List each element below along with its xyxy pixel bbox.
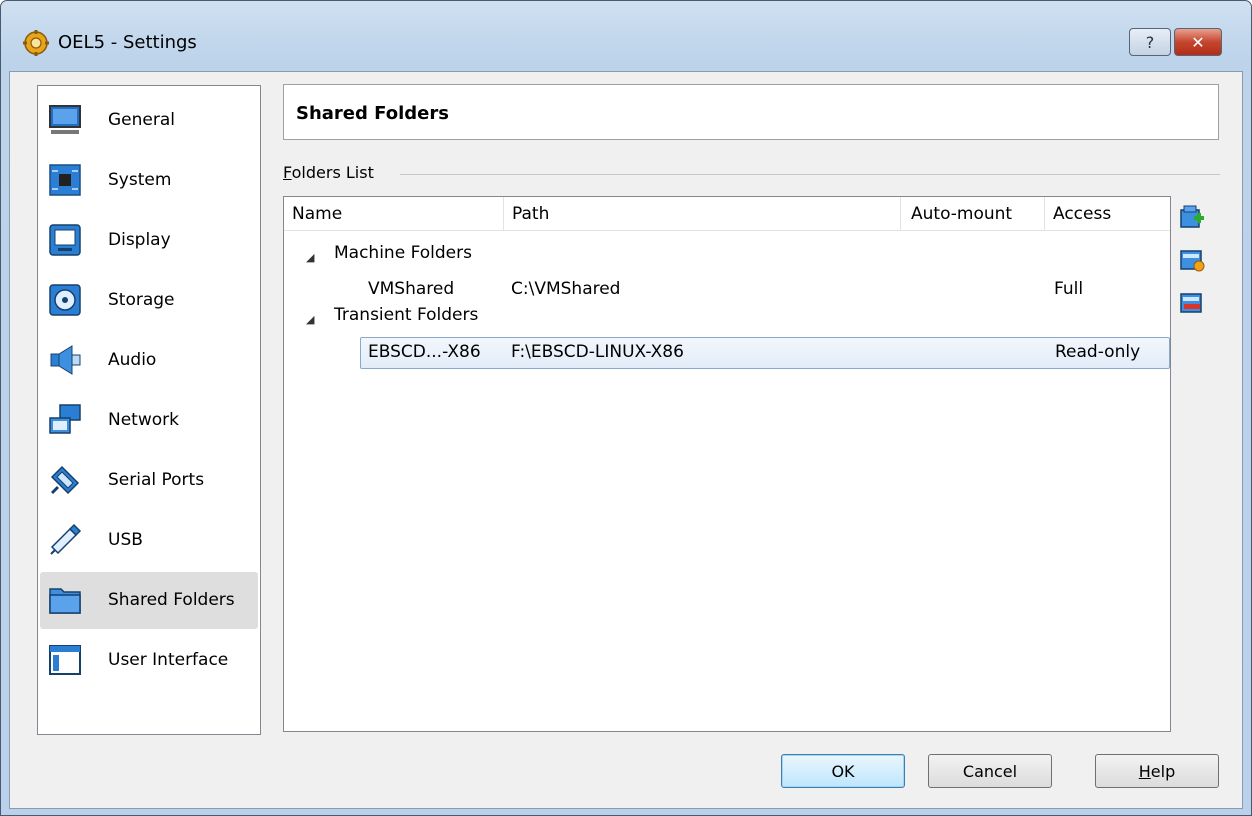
cell-access: Read-only [1055,342,1141,362]
title-help-button[interactable]: ? [1129,28,1171,56]
dialog-body: General System Display Storage Audio Net… [9,71,1243,809]
sidebar-item-label: Shared Folders [108,590,235,610]
help-button[interactable]: Help [1095,754,1219,788]
sidebar-item-label: General [108,110,175,130]
edit-folder-icon[interactable] [1178,245,1206,273]
folder-icon [49,588,81,614]
title-bar[interactable]: OEL5 - Settings ? ✕ [1,1,1251,71]
remove-folder-icon[interactable] [1178,288,1206,316]
cancel-button[interactable]: Cancel [928,754,1052,788]
column-header-access[interactable]: Access [1045,197,1170,231]
usb-icon [50,523,82,555]
column-header-name[interactable]: Name [284,197,504,231]
sidebar-item-storage[interactable]: Storage [40,272,258,329]
sidebar-item-serial-ports[interactable]: Serial Ports [40,452,258,509]
sidebar-item-audio[interactable]: Audio [40,332,258,389]
question-mark-icon: ? [1145,32,1155,52]
window-icon [49,645,81,675]
expand-triangle-icon[interactable]: ◢ [306,313,314,326]
expand-triangle-icon[interactable]: ◢ [306,251,314,264]
speaker-icon [50,345,81,375]
cell-access: Full [1054,279,1084,299]
storage-icon [49,284,81,316]
ok-button[interactable]: OK [781,754,905,788]
table-row-selected[interactable]: EBSCD...-X86 F:\EBSCD-LINUX-X86 Read-onl… [360,337,1170,369]
settings-window: OEL5 - Settings ? ✕ General System Displ… [0,0,1252,816]
settings-sidebar: General System Display Storage Audio Net… [37,85,261,735]
cell-name: EBSCD...-X86 [368,342,481,362]
column-header-auto-mount[interactable]: Auto-mount [901,197,1045,231]
serial-port-icon [50,465,80,495]
group-name: Machine Folders [334,243,472,263]
sidebar-item-label: Display [108,230,171,250]
sidebar-item-label: Audio [108,350,157,370]
page-title: Shared Folders [296,103,449,124]
sidebar-item-system[interactable]: System [40,152,258,209]
column-header-path[interactable]: Path [504,197,901,231]
group-separator [400,174,1220,175]
cell-name: VMShared [368,279,455,299]
sidebar-item-label: Network [108,410,179,430]
page-header: Shared Folders [283,84,1219,140]
folders-list[interactable]: Name Path Auto-mount Access ◢ Machine Fo… [283,196,1171,732]
group-name: Transient Folders [334,305,479,325]
window-title: OEL5 - Settings [58,32,197,53]
cell-path: C:\VMShared [511,279,621,299]
folders-list-label-mnemonic: F [283,163,292,182]
sidebar-item-label: Storage [108,290,175,310]
sidebar-item-usb[interactable]: USB [40,512,258,569]
sidebar-item-label: User Interface [108,650,229,670]
sidebar-item-user-interface[interactable]: User Interface [40,632,258,689]
close-icon: ✕ [1191,32,1205,52]
monitor-icon [49,105,81,134]
sidebar-item-label: Serial Ports [108,470,205,490]
sidebar-item-label: System [108,170,172,190]
sidebar-item-display[interactable]: Display [40,212,258,269]
sidebar-item-shared-folders[interactable]: Shared Folders [40,572,258,629]
group-row-transient-folders[interactable]: ◢ Transient Folders [284,305,1170,335]
sidebar-item-network[interactable]: Network [40,392,258,449]
chip-icon [49,164,81,196]
cell-path: F:\EBSCD-LINUX-X86 [511,342,684,362]
folders-list-label: Folders List [283,163,384,182]
help-button-text: elp [1150,761,1176,781]
display-icon [49,224,81,256]
table-row[interactable]: VMShared C:\VMShared Full [284,275,1170,305]
help-button-mnemonic: H [1138,761,1151,781]
sidebar-item-label: USB [108,530,143,550]
add-folder-icon[interactable] [1178,203,1206,231]
gear-icon [23,30,49,56]
group-row-machine-folders[interactable]: ◢ Machine Folders [284,243,1170,273]
list-header: Name Path Auto-mount Access [284,197,1170,231]
sidebar-item-general[interactable]: General [40,92,258,149]
folders-list-label-text: olders List [291,163,374,182]
network-icon [49,404,81,434]
title-close-button[interactable]: ✕ [1174,28,1222,56]
